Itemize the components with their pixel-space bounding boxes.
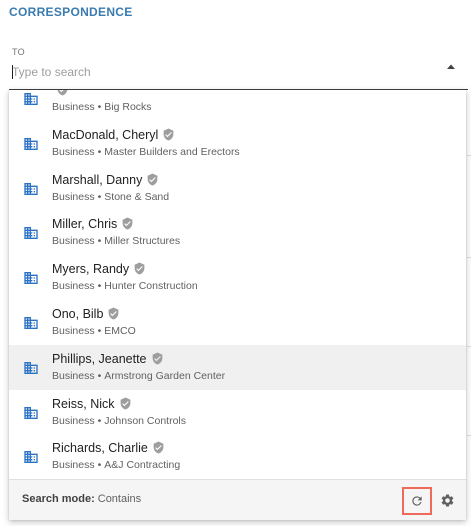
result-type: Business [52,145,95,158]
result-type: Business [52,190,95,203]
result-company: Big Rocks [104,101,152,113]
result-item[interactable]: Marshall, Danny Business • Stone & Sand [9,166,466,211]
separator-dot: • [97,324,102,337]
result-details: Business • Armstrong Garden Center [52,370,225,382]
result-name [52,90,69,97]
result-details: Business • A&J Contracting [52,459,180,471]
result-item[interactable]: Reiss, Nick Business • Johnson Controls [9,390,466,435]
separator-dot: • [97,145,102,158]
result-name: Miller, Chris [52,217,134,231]
result-name: Reiss, Nick [52,397,132,411]
to-field-label: TO [12,47,25,57]
result-company: Miller Structures [104,235,181,248]
divider [467,435,471,436]
divider [467,155,471,156]
result-details: Business • EMCO [52,325,136,337]
verified-shield-icon [107,307,120,320]
result-details: Business • Hunter Construction [52,280,198,292]
divider [467,346,471,347]
result-name-text: Ono, Bilb [52,306,104,321]
building-icon [23,136,39,152]
result-company: Stone & Sand [104,190,170,203]
building-icon [23,405,39,421]
result-company: EMCO [104,324,136,337]
result-item[interactable]: Richards, Charlie Business • A&J Contractin… [9,434,466,479]
result-type: Business [52,414,95,427]
section-title: CORRESPONDENCE [9,5,133,19]
verified-shield-icon [133,262,146,275]
search-mode-value: Contains [97,493,142,505]
separator-dot: • [97,101,102,113]
result-company: Johnson Controls [104,414,187,427]
result-company: A&J Contracting [104,459,181,472]
result-name-text: Phillips, Jeanette [52,351,147,366]
result-name-text: Richards, Charlie [52,441,148,456]
result-name: Phillips, Jeanette [52,352,164,366]
result-details: Business • Master Builders and Erectors [52,146,240,158]
search-results-list: Business • Big Rocks MacDonald, Cheryl Busin… [9,90,466,520]
result-company: Master Builders and Erectors [104,145,240,158]
verified-shield-icon [121,217,134,230]
result-type: Business [52,369,95,382]
result-name: Ono, Bilb [52,307,120,321]
result-item[interactable]: Miller, Chris Business • Miller Structures [9,210,466,255]
result-details: Business • Miller Structures [52,235,180,247]
result-company: Armstrong Garden Center [104,369,226,382]
verified-shield-icon [151,352,164,365]
result-name-text: Marshall, Danny [52,172,143,187]
result-name-text: Miller, Chris [52,217,118,232]
building-icon [23,360,39,376]
separator-dot: • [97,414,102,427]
separator-dot: • [97,369,102,382]
separator-dot: • [97,280,102,293]
building-icon [23,449,39,465]
result-item[interactable]: Myers, Randy Business • Hunter Construction [9,255,466,300]
result-name: Myers, Randy [52,262,146,276]
result-name-text: Reiss, Nick [52,396,115,411]
verified-shield-icon [162,128,175,141]
verified-shield-icon [146,173,159,186]
search-mode-label: Search mode: [22,493,95,505]
result-name: MacDonald, Cheryl [52,128,175,142]
result-item[interactable]: MacDonald, Cheryl Business • Master Builder… [9,121,466,166]
verified-shield-icon [119,397,132,410]
result-details: Business • Big Rocks [52,101,152,113]
divider [467,257,471,258]
result-details: Business • Stone & Sand [52,191,169,203]
building-icon [23,315,39,331]
search-mode-indicator: Search mode: Contains [22,493,141,505]
result-details: Business • Johnson Controls [52,415,186,427]
result-name: Richards, Charlie [52,441,165,455]
building-icon [23,91,39,107]
gear-icon [441,493,453,506]
dropdown-footer: Search mode: Contains [9,479,466,520]
refresh-button[interactable] [402,487,432,515]
result-type: Business [52,101,95,113]
result-name: Marshall, Danny [52,173,159,187]
building-icon [23,270,39,286]
refresh-icon [412,496,422,506]
result-name-text: MacDonald, Cheryl [52,127,159,142]
separator-dot: • [97,190,102,203]
recipient-search-input[interactable] [12,63,432,81]
text-cursor [12,65,13,79]
separator-dot: • [97,235,102,248]
separator-dot: • [97,459,102,472]
result-item[interactable]: Ono, Bilb Business • EMCO [9,300,466,345]
result-type: Business [52,235,95,248]
verified-shield-icon [56,90,69,96]
search-results-dropdown: Business • Big Rocks MacDonald, Cheryl Busin… [9,90,466,520]
verified-shield-icon [152,441,165,454]
result-company: Hunter Construction [104,280,198,293]
building-icon [23,181,39,197]
triangle-up-icon[interactable] [445,62,457,72]
result-type: Business [52,280,95,293]
result-item[interactable]: Phillips, Jeanette Business • Armstrong Gar… [9,344,466,390]
result-type: Business [52,459,95,472]
result-item[interactable]: Business • Big Rocks [9,90,466,121]
result-type: Business [52,324,95,337]
result-name-text: Myers, Randy [52,262,130,277]
settings-button[interactable] [437,490,457,510]
building-icon [23,225,39,241]
